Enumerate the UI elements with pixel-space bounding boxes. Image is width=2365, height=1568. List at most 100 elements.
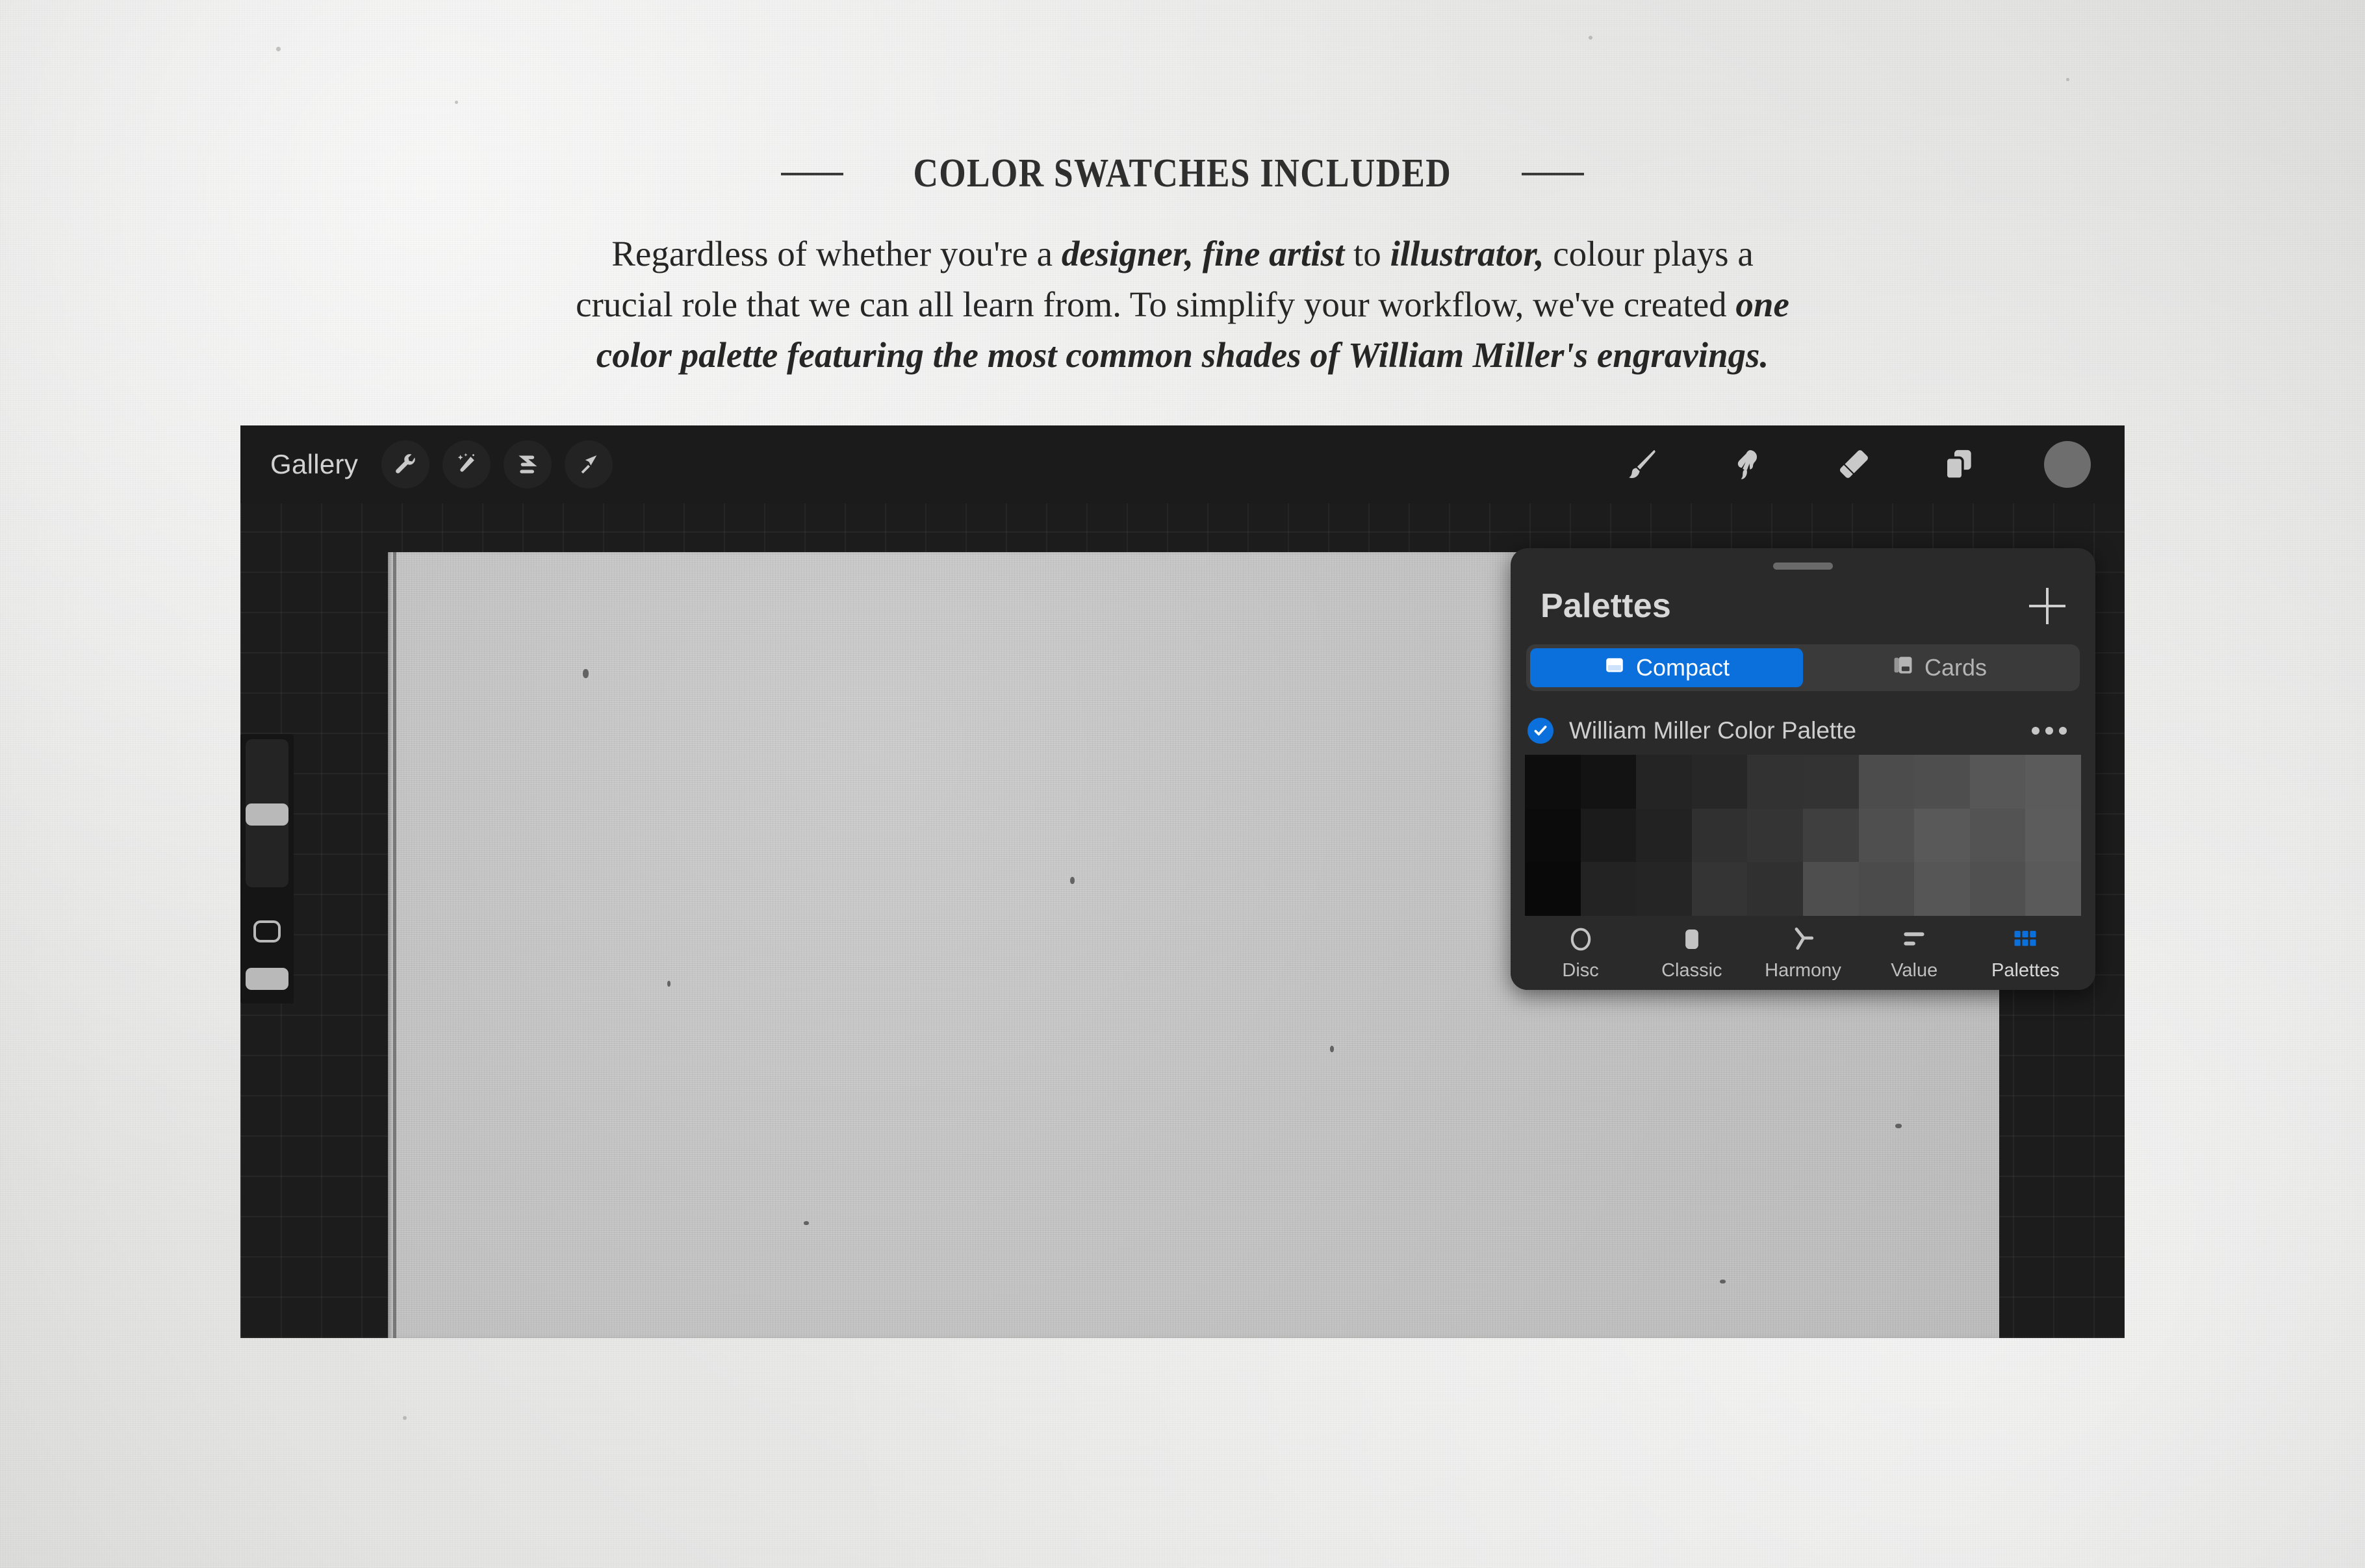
desc-text: to (1344, 234, 1390, 273)
panel-title: Palettes (1540, 587, 1672, 625)
paintbrush-icon[interactable] (1623, 444, 1663, 485)
color-swatch[interactable] (1636, 862, 1692, 916)
description-line-2: crucial role that we can all learn from.… (383, 279, 1982, 330)
desc-emphasis: one (1735, 285, 1789, 324)
canvas-speck (804, 1221, 809, 1225)
transform-arrow-icon[interactable] (565, 440, 613, 488)
view-mode-segmented-control[interactable]: Compact Cards (1526, 644, 2080, 691)
color-swatch[interactable] (1969, 862, 2026, 916)
color-swatch[interactable] (1747, 755, 1803, 809)
desc-text: colour plays a (1544, 234, 1754, 273)
desc-emphasis: color palette featuring the most common … (596, 335, 1769, 375)
color-swatch[interactable] (1858, 755, 1915, 809)
palette-selected-checkmark-icon[interactable] (1528, 718, 1553, 744)
actions-wrench-icon[interactable] (381, 440, 430, 488)
mode-harmony-label: Harmony (1765, 959, 1841, 981)
mode-harmony[interactable]: Harmony (1747, 924, 1858, 981)
color-swatch[interactable] (1636, 808, 1692, 863)
palettes-panel[interactable]: Palettes Compact Cards William Miller Co… (1511, 548, 2095, 990)
color-swatch[interactable] (1580, 862, 1637, 916)
mode-classic-label: Classic (1661, 959, 1722, 981)
color-swatch[interactable] (1525, 808, 1581, 863)
disc-icon (1566, 924, 1595, 954)
app-top-toolbar: Gallery (240, 425, 2125, 503)
mode-classic[interactable]: Classic (1636, 924, 1747, 981)
canvas-speck (1720, 1280, 1726, 1283)
page-speck (403, 1416, 407, 1420)
color-swatch[interactable] (1691, 755, 1748, 809)
palette-list-item[interactable]: William Miller Color Palette (1511, 709, 2095, 752)
color-swatch[interactable] (1747, 808, 1803, 863)
color-swatch-button[interactable] (2044, 441, 2091, 488)
color-swatch[interactable] (2025, 862, 2081, 916)
mode-value[interactable]: Value (1859, 924, 1970, 981)
page-speck (2066, 78, 2069, 81)
opacity-slider-handle[interactable] (246, 968, 288, 990)
brush-size-slider-handle[interactable] (246, 803, 288, 826)
mode-palettes[interactable]: Palettes (1970, 924, 2081, 981)
color-swatch[interactable] (1580, 808, 1637, 863)
color-swatch-grid[interactable] (1525, 755, 2081, 916)
color-swatch[interactable] (1914, 862, 1970, 916)
layers-icon[interactable] (1939, 444, 1979, 485)
panel-grabber-handle[interactable] (1773, 563, 1833, 570)
toolbar-left-group: Gallery (268, 440, 613, 488)
color-swatch[interactable] (1858, 862, 1915, 916)
mode-disc-label: Disc (1562, 959, 1599, 981)
color-swatch[interactable] (1802, 862, 1859, 916)
adjustments-magic-wand-icon[interactable] (442, 440, 491, 488)
color-swatch[interactable] (1525, 755, 1581, 809)
procreate-app-window: Gallery Palettes Compact Cards William M… (240, 425, 2125, 1338)
smudge-icon[interactable] (1728, 444, 1769, 485)
color-swatch[interactable] (1691, 808, 1748, 863)
classic-square-icon (1678, 924, 1706, 954)
color-swatch[interactable] (1802, 755, 1859, 809)
gallery-button[interactable]: Gallery (268, 449, 368, 480)
canvas-paper-fold-edge (393, 552, 396, 1338)
canvas-speck (1330, 1046, 1334, 1052)
toolbar-right-group (1623, 441, 2091, 488)
desc-text: Regardless of whether you're a (611, 234, 1062, 273)
add-palette-button[interactable] (2029, 588, 2065, 624)
page-speck (455, 101, 458, 104)
eraser-icon[interactable] (1834, 444, 1874, 485)
description-line-3: color palette featuring the most common … (383, 330, 1982, 381)
page-title: COLOR SWATCHES INCLUDED (913, 151, 1452, 196)
brush-settings-sidebar[interactable] (240, 734, 294, 1004)
color-swatch[interactable] (1802, 808, 1859, 863)
heading-rule-right (1521, 172, 1584, 175)
mode-disc[interactable]: Disc (1525, 924, 1636, 981)
color-swatch[interactable] (1580, 755, 1637, 809)
page-speck (1589, 36, 1592, 40)
color-mode-bar[interactable]: Disc Classic Harmony Value Palettes (1511, 918, 2095, 990)
color-swatch[interactable] (1525, 862, 1581, 916)
color-swatch[interactable] (1914, 808, 1970, 863)
color-swatch[interactable] (1636, 755, 1692, 809)
color-swatch[interactable] (1969, 808, 2026, 863)
tab-cards-view[interactable]: Cards (1803, 648, 2076, 687)
canvas-area[interactable]: Palettes Compact Cards William Miller Co… (240, 503, 2125, 1338)
color-swatch[interactable] (1747, 862, 1803, 916)
tab-compact-label: Compact (1635, 654, 1730, 681)
cards-view-icon (1892, 654, 1914, 682)
compact-view-icon (1604, 654, 1626, 682)
heading-rule-left (781, 172, 844, 175)
color-swatch[interactable] (2025, 808, 2081, 863)
tab-compact-view[interactable]: Compact (1530, 648, 1803, 687)
palette-more-options-button[interactable] (2032, 727, 2067, 735)
description-line-1: Regardless of whether you're a designer,… (383, 229, 1982, 279)
section-description: Regardless of whether you're a designer,… (383, 229, 1982, 381)
harmony-icon (1789, 924, 1817, 954)
modify-button[interactable] (253, 920, 281, 942)
color-swatch[interactable] (2025, 755, 2081, 809)
color-swatch[interactable] (1914, 755, 1970, 809)
color-swatch[interactable] (1691, 862, 1748, 916)
mode-value-label: Value (1891, 959, 1938, 981)
desc-text: crucial role that we can all learn from.… (576, 285, 1736, 324)
color-swatch[interactable] (1858, 808, 1915, 863)
color-swatch[interactable] (1969, 755, 2026, 809)
selection-s-curve-icon[interactable] (504, 440, 552, 488)
canvas-speck (1070, 877, 1075, 884)
section-heading-group: COLOR SWATCHES INCLUDED (0, 151, 2365, 197)
value-sliders-icon (1900, 924, 1928, 954)
